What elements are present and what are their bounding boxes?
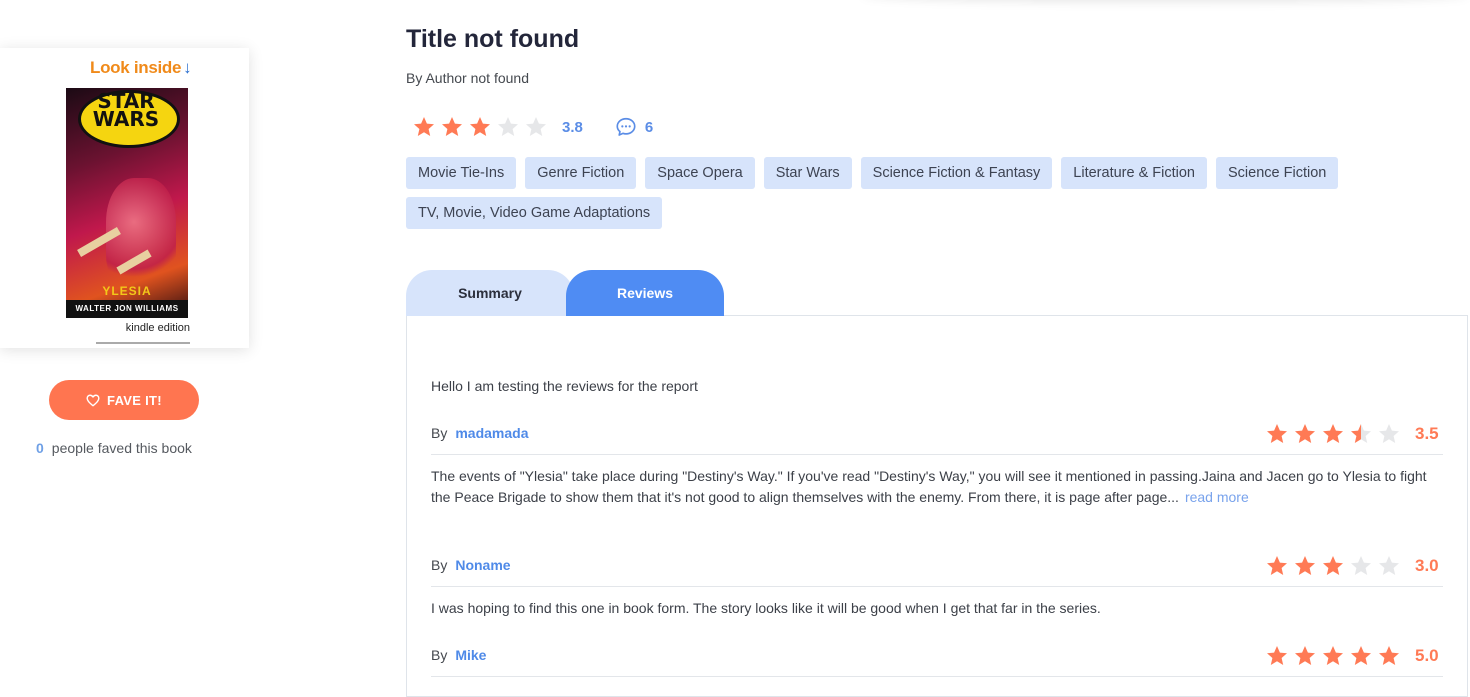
review-rating: 3.5 — [1265, 422, 1443, 446]
review-rating: 5.0 — [1265, 644, 1443, 668]
reviewer-name[interactable]: Noname — [455, 557, 510, 573]
review-rating: 3.0 — [1265, 554, 1443, 578]
by-label: By — [431, 425, 448, 441]
star-icon — [1379, 424, 1399, 443]
review-score: 3.0 — [1415, 556, 1439, 575]
comment-count: 6 — [644, 118, 654, 136]
by-label: By — [431, 647, 448, 663]
genre-tag[interactable]: Science Fiction & Fantasy — [860, 157, 1053, 189]
star-icon — [1295, 556, 1315, 575]
read-more-link[interactable]: read more — [1185, 489, 1249, 505]
reviews-panel: Hello I am testing the reviews for the r… — [406, 315, 1468, 697]
genre-tag[interactable]: Space Opera — [645, 157, 755, 189]
genre-tag[interactable]: Movie Tie-Ins — [406, 157, 517, 189]
review-stars — [1265, 644, 1401, 668]
tab-bar: Summary Reviews — [406, 270, 724, 316]
review-stars — [1265, 554, 1401, 578]
star-icon — [1323, 424, 1343, 443]
star-icon — [470, 117, 490, 136]
book-rating: 3.8 6 — [412, 115, 653, 139]
fave-it-button[interactable]: FAVE IT! — [49, 380, 199, 420]
review-text: I was hoping to find this one in book fo… — [431, 598, 1443, 619]
book-author: By Author not found — [406, 70, 529, 86]
review-item: The events of "Ylesia" take place during… — [431, 466, 1443, 508]
comments-link[interactable]: 6 — [615, 116, 653, 138]
review-text: Hello I am testing the reviews for the r… — [431, 376, 1443, 397]
review-item: Hello I am testing the reviews for the r… — [431, 376, 1443, 397]
genre-tags: Movie Tie-Ins Genre Fiction Space Opera Sta… — [406, 157, 1406, 229]
review-item: I was hoping to find this one in book fo… — [431, 598, 1443, 619]
review-meta: By madamada 3.5 — [431, 414, 1443, 455]
star-icon — [1267, 424, 1287, 443]
star-icon — [1295, 424, 1315, 443]
by-label: By — [431, 557, 448, 573]
genre-tag[interactable]: Star Wars — [763, 157, 852, 189]
look-inside-text: Look inside — [90, 58, 182, 77]
genre-tag[interactable]: TV, Movie, Video Game Adaptations — [406, 197, 663, 229]
review-body: Hello I am testing the reviews for the r… — [431, 378, 698, 394]
star-icon — [414, 117, 434, 136]
genre-tag[interactable]: Literature & Fiction — [1061, 157, 1207, 189]
book-title: Title not found — [406, 25, 580, 53]
star-icon — [1323, 646, 1343, 665]
star-icon — [498, 117, 518, 136]
fave-count-number: 0 — [36, 440, 44, 456]
review-body: I was hoping to find this one in book fo… — [431, 600, 1101, 616]
rating-value: 3.8 — [562, 118, 583, 136]
review-score: 5.0 — [1415, 646, 1439, 665]
tab-summary[interactable]: Summary — [406, 270, 574, 316]
cover-author: WALTER JON WILLIAMS — [66, 300, 188, 318]
star-icon — [1351, 424, 1371, 443]
star-icon — [442, 117, 462, 136]
logo-text: STAR WARS — [92, 89, 160, 131]
review-stars — [1265, 422, 1401, 446]
reviewer-name[interactable]: madamada — [455, 425, 528, 441]
star-icon — [1351, 646, 1371, 665]
review-meta: By Mike 5.0 — [431, 636, 1443, 677]
comment-bubble-icon — [616, 117, 636, 136]
cover-subtitle: YLESIA — [102, 284, 152, 298]
star-icon — [1323, 556, 1343, 575]
reviewer-name[interactable]: Mike — [455, 647, 486, 663]
star-icon — [1379, 646, 1399, 665]
review-text: The events of "Ylesia" take place during… — [431, 466, 1443, 508]
heart-outline-icon — [86, 394, 100, 406]
review-body: The events of "Ylesia" take place during… — [431, 468, 1427, 505]
star-icon — [1267, 556, 1287, 575]
book-cover-image[interactable]: STAR WARS YLESIA WALTER JON WILLIAMS — [66, 88, 188, 318]
star-icon — [1295, 646, 1315, 665]
review-meta: By Noname 3.0 — [431, 546, 1443, 587]
arrow-down-icon: ↓ — [183, 58, 192, 77]
star-icon — [526, 117, 546, 136]
tab-reviews[interactable]: Reviews — [566, 270, 724, 316]
genre-tag[interactable]: Genre Fiction — [525, 157, 637, 189]
kindle-edition-label: kindle edition — [96, 322, 190, 344]
rating-stars — [412, 115, 548, 139]
genre-tag[interactable]: Science Fiction — [1216, 157, 1339, 189]
star-icon — [1379, 556, 1399, 575]
star-icon — [1267, 646, 1287, 665]
book-cover-card[interactable]: Look inside ↓ STAR WARS YLESIA WALTER JON… — [0, 48, 249, 348]
fave-count: 0 people faved this book — [36, 440, 192, 456]
fave-count-label: people faved this book — [51, 440, 192, 456]
star-icon — [1351, 556, 1371, 575]
review-score: 3.5 — [1415, 424, 1439, 443]
look-inside-label[interactable]: Look inside ↓ — [90, 58, 192, 78]
fave-button-label: FAVE IT! — [107, 392, 162, 408]
